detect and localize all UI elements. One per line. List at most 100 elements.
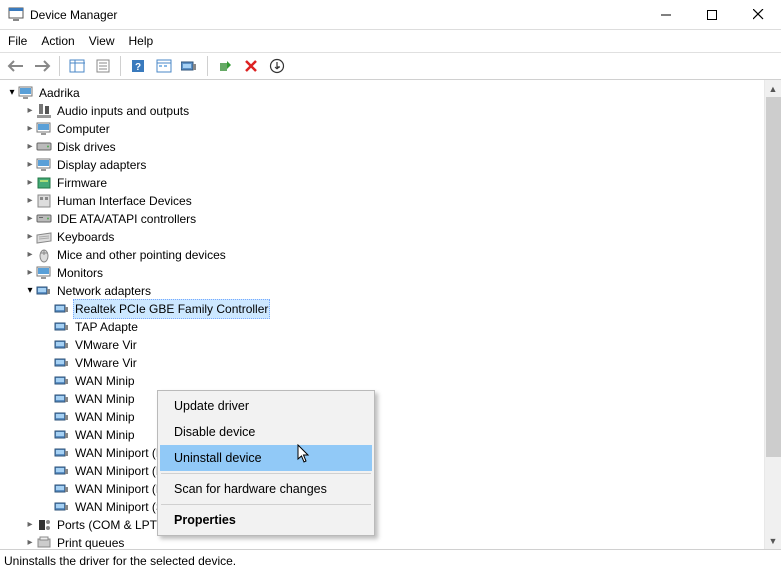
chevron-right-icon[interactable]: ▸ xyxy=(24,156,36,174)
uninstall-device-button[interactable] xyxy=(265,54,289,78)
network-adapter-icon xyxy=(54,463,70,479)
toolbar: ? xyxy=(0,52,781,80)
tree-category-label: Ports (COM & LPT) xyxy=(55,516,163,534)
category-icon xyxy=(36,535,52,550)
tree-device[interactable]: Realtek PCIe GBE Family Controller xyxy=(42,300,781,318)
properties-button[interactable] xyxy=(91,54,115,78)
tree-category[interactable]: ▾ Network adapters xyxy=(24,282,781,300)
category-icon xyxy=(36,103,52,119)
menu-help[interactable]: Help xyxy=(129,34,154,48)
tree-device[interactable]: WAN Miniport (PPPOE) xyxy=(42,462,781,480)
chevron-right-icon[interactable]: ▸ xyxy=(24,534,36,550)
maximize-button[interactable] xyxy=(689,0,735,30)
ctx-properties[interactable]: Properties xyxy=(160,507,372,533)
chevron-right-icon[interactable]: ▸ xyxy=(24,210,36,228)
tree-category[interactable]: ▸ Monitors xyxy=(24,264,781,282)
tree-device-label: WAN Minip xyxy=(73,390,137,408)
show-hide-tree-button[interactable] xyxy=(65,54,89,78)
tree-device-label: TAP Adapte xyxy=(73,318,140,336)
toolbar-icon-grid[interactable] xyxy=(152,54,176,78)
device-tree[interactable]: ▾ Aadrika ▸ Audio inputs and outputs ▸ C… xyxy=(0,80,781,550)
network-adapter-icon xyxy=(54,319,70,335)
chevron-right-icon[interactable]: ▸ xyxy=(24,192,36,210)
ctx-update-driver[interactable]: Update driver xyxy=(160,393,372,419)
ctx-separator xyxy=(161,504,371,505)
chevron-down-icon[interactable]: ▾ xyxy=(24,282,36,300)
tree-device-label: WAN Minip xyxy=(73,372,137,390)
chevron-right-icon[interactable]: ▸ xyxy=(24,138,36,156)
tree-device[interactable]: TAP Adapte xyxy=(42,318,781,336)
status-bar: Uninstalls the driver for the selected d… xyxy=(0,550,781,572)
help-button[interactable]: ? xyxy=(126,54,150,78)
minimize-button[interactable] xyxy=(643,0,689,30)
tree-category-label: Network adapters xyxy=(55,282,153,300)
tree-device[interactable]: WAN Minip xyxy=(42,426,781,444)
tree-root[interactable]: ▾ Aadrika xyxy=(6,84,781,102)
tree-device[interactable]: WAN Minip xyxy=(42,408,781,426)
vertical-scrollbar[interactable]: ▲ ▼ xyxy=(764,80,781,549)
category-icon xyxy=(36,175,52,191)
window-title: Device Manager xyxy=(30,8,643,22)
menu-action[interactable]: Action xyxy=(41,34,74,48)
update-driver-button[interactable] xyxy=(178,54,202,78)
tree-device[interactable]: WAN Minip xyxy=(42,372,781,390)
tree-category[interactable]: ▸ Firmware xyxy=(24,174,781,192)
tree-device[interactable]: WAN Miniport (PPTP) xyxy=(42,480,781,498)
tree-category[interactable]: ▸ Display adapters xyxy=(24,156,781,174)
status-text: Uninstalls the driver for the selected d… xyxy=(4,554,236,568)
tree-device[interactable]: WAN Minip xyxy=(42,390,781,408)
close-button[interactable] xyxy=(735,0,781,30)
network-adapter-icon xyxy=(54,355,70,371)
network-adapter-icon xyxy=(54,301,70,317)
tree-category[interactable]: ▸ Mice and other pointing devices xyxy=(24,246,781,264)
ctx-uninstall-device[interactable]: Uninstall device xyxy=(160,445,372,471)
menu-file[interactable]: File xyxy=(8,34,27,48)
scroll-down-button[interactable]: ▼ xyxy=(765,532,781,549)
menu-view[interactable]: View xyxy=(89,34,115,48)
chevron-right-icon[interactable]: ▸ xyxy=(24,102,36,120)
category-icon xyxy=(36,193,52,209)
svg-text:?: ? xyxy=(135,62,141,73)
ctx-disable-device[interactable]: Disable device xyxy=(160,419,372,445)
content-area: ▾ Aadrika ▸ Audio inputs and outputs ▸ C… xyxy=(0,80,781,550)
network-adapter-icon xyxy=(54,337,70,353)
scroll-thumb[interactable] xyxy=(766,97,781,457)
tree-device-label: WAN Minip xyxy=(73,426,137,444)
chevron-right-icon[interactable]: ▸ xyxy=(24,120,36,138)
tree-category[interactable]: ▸ Computer xyxy=(24,120,781,138)
tree-category[interactable]: ▸ Keyboards xyxy=(24,228,781,246)
forward-button[interactable] xyxy=(30,54,54,78)
tree-device[interactable]: WAN Miniport (Network Monitor) xyxy=(42,444,781,462)
category-icon xyxy=(36,247,52,263)
tree-category-label: Display adapters xyxy=(55,156,148,174)
category-icon xyxy=(36,517,52,533)
tree-category-label: Disk drives xyxy=(55,138,118,156)
tree-category-label: Audio inputs and outputs xyxy=(55,102,191,120)
tree-category[interactable]: ▸ Audio inputs and outputs xyxy=(24,102,781,120)
app-icon xyxy=(8,7,24,23)
chevron-right-icon[interactable]: ▸ xyxy=(24,174,36,192)
category-icon xyxy=(36,157,52,173)
tree-category[interactable]: ▸ Ports (COM & LPT) xyxy=(24,516,781,534)
tree-device[interactable]: VMware Vir xyxy=(42,354,781,372)
tree-device[interactable]: WAN Miniport (SSTP) xyxy=(42,498,781,516)
chevron-right-icon[interactable]: ▸ xyxy=(24,246,36,264)
enable-device-button[interactable] xyxy=(213,54,237,78)
tree-category[interactable]: ▸ IDE ATA/ATAPI controllers xyxy=(24,210,781,228)
tree-category-label: Monitors xyxy=(55,264,105,282)
tree-category[interactable]: ▸ Print queues xyxy=(24,534,781,550)
chevron-right-icon[interactable]: ▸ xyxy=(24,516,36,534)
ctx-scan-hardware[interactable]: Scan for hardware changes xyxy=(160,476,372,502)
menu-bar: File Action View Help xyxy=(0,30,781,52)
tree-category[interactable]: ▸ Human Interface Devices xyxy=(24,192,781,210)
back-button[interactable] xyxy=(4,54,28,78)
network-adapter-icon xyxy=(54,391,70,407)
disable-device-button[interactable] xyxy=(239,54,263,78)
network-adapter-icon xyxy=(54,499,70,515)
chevron-right-icon[interactable]: ▸ xyxy=(24,228,36,246)
tree-device[interactable]: VMware Vir xyxy=(42,336,781,354)
chevron-down-icon[interactable]: ▾ xyxy=(6,84,18,102)
tree-category[interactable]: ▸ Disk drives xyxy=(24,138,781,156)
scroll-up-button[interactable]: ▲ xyxy=(765,80,781,97)
chevron-right-icon[interactable]: ▸ xyxy=(24,264,36,282)
